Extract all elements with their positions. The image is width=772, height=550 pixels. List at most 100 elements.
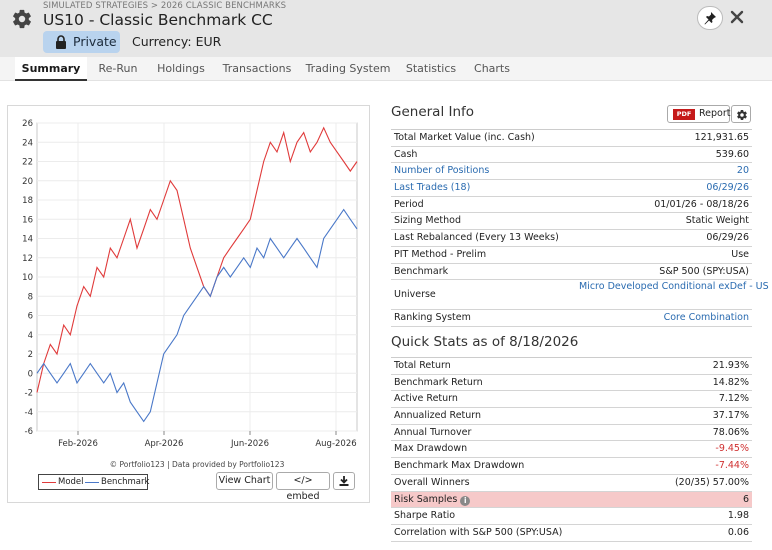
- row-label: Benchmark: [394, 265, 449, 277]
- page-header: SIMULATED STRATEGIES > 2026 CLASSIC BENC…: [0, 0, 772, 57]
- table-row: Sharpe Ratio 1.98: [391, 508, 752, 525]
- row-value: (20/35) 57.00%: [674, 476, 749, 488]
- x-tick-label: Feb-2026: [58, 439, 98, 449]
- gear-icon[interactable]: [11, 8, 33, 30]
- gear-icon: [737, 110, 747, 121]
- row-label: Last Rebalanced (Every 13 Weeks): [394, 232, 559, 244]
- row-value: 1.98: [727, 510, 749, 522]
- table-row: Annual Turnover 78.06%: [391, 425, 752, 442]
- row-label: Benchmark Max Drawdown: [394, 460, 525, 472]
- last-trades-date-link[interactable]: 06/29/26: [706, 182, 749, 193]
- private-badge[interactable]: Private: [43, 31, 120, 53]
- table-row: PIT Method - Prelim Use: [391, 247, 752, 264]
- row-value: -7.44%: [715, 460, 749, 472]
- y-tick-label: 18: [22, 196, 33, 206]
- y-tick-label: 6: [28, 312, 33, 322]
- info-icon[interactable]: i: [460, 495, 471, 506]
- tab-transactions[interactable]: Transactions: [221, 57, 293, 81]
- y-tick-label: 2: [28, 350, 33, 360]
- table-row: Last Trades (18) 06/29/26: [391, 180, 752, 197]
- row-label: Total Market Value (inc. Cash): [394, 132, 535, 143]
- universe-link[interactable]: Micro Developed Conditional exDef - US: [579, 281, 769, 293]
- y-tick-label: -6: [25, 427, 33, 437]
- table-row: Benchmark S&P 500 (SPY:USA): [391, 264, 752, 281]
- table-row: Active Return 7.12%: [391, 391, 752, 409]
- page-title: US10 - Classic Benchmark CC: [43, 11, 273, 29]
- row-label: Period: [394, 198, 424, 210]
- report-button[interactable]: PDF Report: [667, 105, 731, 123]
- row-value: 6: [742, 493, 749, 505]
- last-trades-link[interactable]: Last Trades (18): [394, 182, 470, 193]
- row-value: 14.82%: [712, 376, 749, 388]
- legend-benchmark-swatch: [85, 482, 99, 483]
- y-tick-label: 12: [22, 254, 33, 264]
- table-row: Sizing Method Static Weight: [391, 213, 752, 231]
- y-tick-label: -4: [25, 408, 33, 418]
- row-value: S&P 500 (SPY:USA): [659, 265, 749, 277]
- y-tick-label: 14: [22, 235, 33, 245]
- row-value: 06/29/26: [706, 232, 749, 244]
- risk-samples-label: Risk Samples: [394, 493, 458, 505]
- pin-button[interactable]: [697, 6, 723, 30]
- report-settings-button[interactable]: [731, 105, 751, 123]
- breadcrumb[interactable]: SIMULATED STRATEGIES > 2026 CLASSIC BENC…: [43, 1, 286, 11]
- table-row: Overall Winners (20/35) 57.00%: [391, 475, 752, 492]
- y-tick-label: 22: [22, 158, 33, 168]
- row-value: 0.06: [727, 526, 749, 538]
- chart-legend: Model Benchmark: [38, 474, 149, 490]
- y-tick-label: 20: [22, 177, 33, 187]
- tab-charts[interactable]: Charts: [468, 57, 516, 81]
- tab-summary[interactable]: Summary: [15, 57, 87, 81]
- tab-bar: Summary Re-Run Holdings Transactions Tra…: [0, 57, 772, 81]
- performance-chart[interactable]: -6-4-202468101214161820222426Feb-2026 Apr…: [8, 106, 371, 504]
- row-label: Cash: [394, 148, 418, 160]
- row-value: 121,931.65: [694, 132, 749, 143]
- general-info-title: General Info: [391, 104, 475, 120]
- embed-button[interactable]: </> embed: [276, 472, 330, 502]
- row-value: 21.93%: [712, 360, 749, 371]
- tab-statistics[interactable]: Statistics: [404, 57, 458, 81]
- y-tick-label: 8: [28, 292, 33, 302]
- table-row: Cash 539.60: [391, 147, 752, 164]
- report-label: Report: [699, 108, 731, 119]
- pin-icon: [704, 12, 716, 25]
- y-tick-label: 26: [22, 119, 33, 129]
- table-row: Annualized Return 37.17%: [391, 408, 752, 425]
- chart-credit: © Portfolio123 | Data provided by Portfo…: [110, 460, 285, 469]
- row-label: Risk Samples i: [394, 493, 471, 506]
- x-tick-label: Jun-2026: [230, 439, 269, 449]
- tab-rerun[interactable]: Re-Run: [90, 57, 146, 81]
- legend-model-swatch: [42, 482, 56, 483]
- currency-label: Currency: EUR: [132, 34, 222, 49]
- number-of-positions-link[interactable]: Number of Positions: [394, 165, 489, 176]
- row-label: Active Return: [394, 393, 458, 405]
- table-row: Total Market Value (inc. Cash) 121,931.6…: [391, 130, 752, 147]
- table-row: Benchmark Return 14.82%: [391, 375, 752, 392]
- row-value: 539.60: [715, 148, 749, 160]
- row-label: Sizing Method: [394, 215, 461, 227]
- table-row: Benchmark Max Drawdown -7.44%: [391, 458, 752, 475]
- tab-trading-system[interactable]: Trading System: [304, 57, 392, 81]
- row-label: Overall Winners: [394, 476, 470, 488]
- quick-stats-table: Total Return 21.93% Benchmark Return 14.…: [391, 357, 752, 542]
- quick-stats-title: Quick Stats as of 8/18/2026: [391, 334, 579, 350]
- performance-chart-panel: -6 -4 -2 0 2 4 6 8 10 12 14 16 18 20 22 24 26 Feb-2026 Apr…: [7, 105, 370, 503]
- download-button[interactable]: [333, 472, 355, 490]
- table-row: Last Rebalanced (Every 13 Weeks) 06/29/2…: [391, 230, 752, 247]
- row-label: Correlation with S&P 500 (SPY:USA): [394, 526, 563, 538]
- close-icon[interactable]: [729, 9, 745, 25]
- view-chart-button[interactable]: View Chart: [216, 472, 273, 490]
- x-tick-label: Apr-2026: [145, 439, 184, 449]
- x-tick-label: Aug-2026: [315, 439, 356, 449]
- private-label: Private: [73, 34, 117, 49]
- row-label: Sharpe Ratio: [394, 510, 456, 522]
- y-tick-label: -2: [25, 389, 33, 399]
- table-row: Period 01/01/26 - 08/18/26: [391, 197, 752, 214]
- tab-holdings[interactable]: Holdings: [151, 57, 211, 81]
- table-row: Correlation with S&P 500 (SPY:USA) 0.06: [391, 525, 752, 542]
- table-row: Number of Positions 20: [391, 163, 752, 181]
- y-tick-label: 0: [28, 369, 33, 379]
- ranking-system-link[interactable]: Core Combination: [664, 312, 749, 323]
- row-value: 01/01/26 - 08/18/26: [654, 198, 749, 210]
- number-of-positions-value-link[interactable]: 20: [737, 165, 749, 176]
